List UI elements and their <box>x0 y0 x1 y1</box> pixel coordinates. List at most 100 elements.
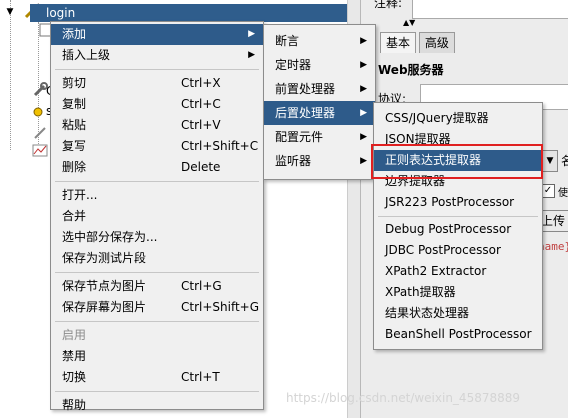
menu-separator <box>55 69 259 70</box>
context-menu-item-19[interactable]: 切换 Ctrl+T <box>51 367 263 388</box>
submenu-arrow-icon: ▶ <box>248 29 255 39</box>
context-menu-item-0[interactable]: 添加 ▶ <box>51 24 263 45</box>
post-processor-item-8[interactable]: XPath2 Extractor <box>374 261 542 282</box>
menu-item-shortcut: Ctrl+Shift+G <box>181 300 260 314</box>
menu-item-label: 复写 <box>62 139 87 153</box>
highlight-frame <box>371 144 543 179</box>
menu-item-label: JDBC PostProcessor <box>385 243 501 257</box>
split-arrows-icon[interactable]: ▲▼ <box>403 18 415 27</box>
post-processor-item-0[interactable]: CSS/JQuery提取器 <box>374 108 542 129</box>
submenu-arrow-icon: ▶ <box>360 132 367 142</box>
add-submenu-item-0[interactable]: 断言 ▶ <box>264 29 375 53</box>
add-submenu-item-5[interactable]: 监听器 ▶ <box>264 149 375 173</box>
field-label-partial: 名 <box>561 154 568 168</box>
menu-item-label: 保存屏幕为图片 <box>62 300 147 314</box>
add-submenu-item-1[interactable]: 定时器 ▶ <box>264 53 375 77</box>
context-menu-item-10[interactable]: 合并 <box>51 206 263 227</box>
graph-listener-icon <box>32 144 48 157</box>
pen-icon <box>34 127 46 139</box>
submenu-arrow-icon: ▶ <box>360 60 367 70</box>
watermark: https://blog.csdn.net/weixin_45878889 <box>286 391 521 405</box>
menu-item-label: JSR223 PostProcessor <box>385 195 515 209</box>
menu-item-label: 复制 <box>62 97 87 111</box>
add-submenu-item-3[interactable]: 后置处理器 ▶ <box>264 101 375 125</box>
context-menu-item-17: 启用 <box>51 325 263 346</box>
comment-field[interactable] <box>412 0 568 19</box>
menu-item-label: 插入上级 <box>62 48 111 62</box>
add-submenu: 断言 ▶ 定时器 ▶ 前置处理器 ▶ 后置处理器 ▶ 配置元件 ▶ 监听器 ▶ <box>263 24 376 180</box>
menu-item-label: 保存为测试片段 <box>62 251 147 265</box>
context-menu-item-15[interactable]: 保存屏幕为图片 Ctrl+Shift+G <box>51 297 263 318</box>
post-processor-submenu: CSS/JQuery提取器 JSON提取器 正则表达式提取器 边界提取器 JSR223 … <box>373 102 543 350</box>
tree-item-label: login <box>46 6 76 20</box>
chevron-down-icon[interactable]: ▼ <box>542 150 558 172</box>
context-menu-item-11[interactable]: 选中部分保存为... <box>51 227 263 248</box>
context-menu-item-1[interactable]: 插入上级 ▶ <box>51 45 263 66</box>
menu-item-label: 结果状态处理器 <box>385 306 470 320</box>
post-processor-item-7[interactable]: JDBC PostProcessor <box>374 240 542 261</box>
option-checkbox[interactable]: ✓ <box>541 184 555 198</box>
post-processor-item-4[interactable]: JSR223 PostProcessor <box>374 192 542 213</box>
context-menu-item-12[interactable]: 保存为测试片段 <box>51 248 263 269</box>
menu-item-label: XPath提取器 <box>385 285 456 299</box>
tree-connector <box>10 0 11 150</box>
context-menu-item-6[interactable]: 复写 Ctrl+Shift+C <box>51 136 263 157</box>
menu-item-label: 定时器 <box>275 58 312 72</box>
submenu-arrow-icon: ▶ <box>248 50 255 60</box>
context-menu: 添加 ▶ 插入上级 ▶ 剪切 Ctrl+X 复制 Ctrl+C 粘贴 Ctrl+V 复写 Ctrl+S… <box>50 21 264 412</box>
context-menu-item-21[interactable]: 帮助 <box>51 395 263 416</box>
tree-item-login[interactable]: login <box>30 4 350 22</box>
menu-item-label: Debug PostProcessor <box>385 222 512 236</box>
menu-item-label: 帮助 <box>62 398 87 412</box>
context-menu-item-18[interactable]: 禁用 <box>51 346 263 367</box>
menu-item-label: 保存节点为图片 <box>62 279 147 293</box>
menu-item-label: 后置处理器 <box>275 106 336 120</box>
menu-item-label: 切换 <box>62 370 87 384</box>
menu-item-shortcut: Ctrl+V <box>181 118 221 132</box>
add-submenu-item-2[interactable]: 前置处理器 ▶ <box>264 77 375 101</box>
menu-item-label: 添加 <box>62 27 87 41</box>
menu-item-label: 打开... <box>62 188 98 202</box>
menu-item-label: 配置元件 <box>275 130 324 144</box>
menu-item-label: 前置处理器 <box>275 82 336 96</box>
submenu-arrow-icon: ▶ <box>360 84 367 94</box>
upload-button-label: 上传 <box>541 214 566 228</box>
menu-item-shortcut: Delete <box>181 160 221 174</box>
menu-item-shortcut: Ctrl+G <box>181 279 222 293</box>
collapse-toggle-icon[interactable]: ▼ <box>5 7 15 17</box>
menu-item-shortcut: Ctrl+Shift+C <box>181 139 259 153</box>
post-processor-item-9[interactable]: XPath提取器 <box>374 282 542 303</box>
submenu-arrow-icon: ▶ <box>360 36 367 46</box>
menu-separator <box>55 181 259 182</box>
comment-label: 注释: <box>374 0 403 10</box>
menu-item-label: 删除 <box>62 160 87 174</box>
submenu-arrow-icon: ▶ <box>360 108 367 118</box>
menu-item-label: CSS/JQuery提取器 <box>385 111 489 125</box>
menu-item-label: 合并 <box>62 209 87 223</box>
checkbox-label-partial: 使 <box>558 188 568 199</box>
menu-item-label: 粘贴 <box>62 118 87 132</box>
context-menu-item-14[interactable]: 保存节点为图片 Ctrl+G <box>51 276 263 297</box>
add-submenu-item-4[interactable]: 配置元件 ▶ <box>264 125 375 149</box>
menu-separator <box>378 216 538 217</box>
menu-item-label: 选中部分保存为... <box>62 230 158 244</box>
menu-item-label: 监听器 <box>275 154 312 168</box>
post-processor-item-10[interactable]: 结果状态处理器 <box>374 303 542 324</box>
tab-advanced[interactable]: 高级 <box>418 32 455 53</box>
context-menu-item-9[interactable]: 打开... <box>51 185 263 206</box>
menu-separator <box>55 321 259 322</box>
menu-item-shortcut: Ctrl+T <box>181 370 220 384</box>
context-menu-item-4[interactable]: 复制 Ctrl+C <box>51 94 263 115</box>
submenu-arrow-icon: ▶ <box>360 156 367 166</box>
menu-item-shortcut: Ctrl+X <box>181 76 221 90</box>
context-menu-item-7[interactable]: 删除 Delete <box>51 157 263 178</box>
menu-item-label: XPath2 Extractor <box>385 264 487 278</box>
context-menu-item-5[interactable]: 粘贴 Ctrl+V <box>51 115 263 136</box>
post-processor-item-11[interactable]: BeanShell PostProcessor <box>374 324 542 345</box>
context-menu-item-3[interactable]: 剪切 Ctrl+X <box>51 73 263 94</box>
tab-bar: 基本 高级 <box>380 32 455 54</box>
menu-separator <box>55 391 259 392</box>
post-processor-item-6[interactable]: Debug PostProcessor <box>374 219 542 240</box>
tab-basic[interactable]: 基本 <box>380 32 417 53</box>
menu-separator <box>55 272 259 273</box>
